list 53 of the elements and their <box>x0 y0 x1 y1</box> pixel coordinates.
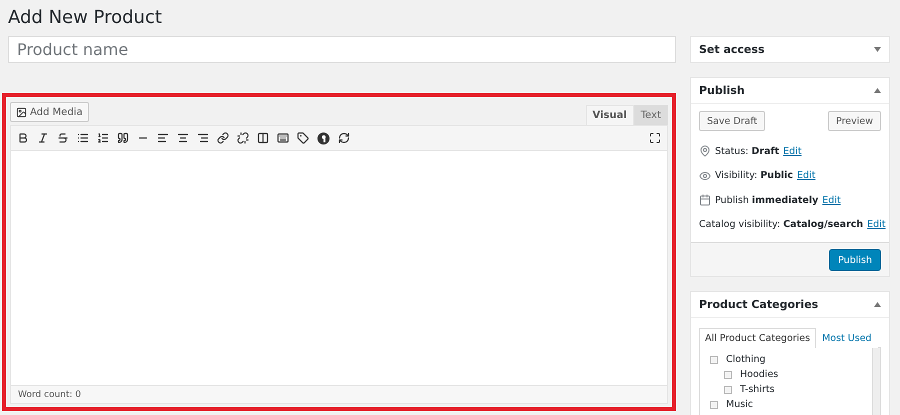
save-draft-button[interactable]: Save Draft <box>699 111 766 131</box>
product-name-field[interactable]: Product name <box>8 36 676 63</box>
collapse-arrow-icon[interactable] <box>874 302 881 307</box>
category-label: T-shirts <box>740 384 775 395</box>
tag-icon[interactable] <box>297 132 309 144</box>
unlink-icon[interactable] <box>237 132 249 144</box>
expand-arrow-icon[interactable] <box>874 47 881 52</box>
edit-link[interactable]: Edit <box>867 219 886 230</box>
image-icon <box>16 106 27 118</box>
align-center-icon[interactable] <box>177 132 189 144</box>
edit-link[interactable]: Edit <box>783 146 802 157</box>
quote-icon[interactable] <box>117 132 129 144</box>
calendar-icon <box>699 194 711 206</box>
preview-button[interactable]: Preview <box>828 111 881 131</box>
numbered-list-icon[interactable] <box>97 132 109 144</box>
align-left-icon[interactable] <box>157 132 169 144</box>
read-more-icon[interactable] <box>257 132 269 144</box>
panel-title: Publish <box>699 84 745 97</box>
add-media-button[interactable]: Add Media <box>10 102 89 122</box>
scrollbar[interactable] <box>872 348 880 415</box>
editor-tab[interactable]: Visual <box>586 105 634 125</box>
publish-info: Status: Draft <box>715 146 780 157</box>
italic-icon[interactable] <box>37 132 49 144</box>
category-label: Music <box>726 399 754 410</box>
category-checkbox[interactable] <box>710 356 718 364</box>
edit-link[interactable]: Edit <box>797 170 816 182</box>
collapse-arrow-icon[interactable] <box>874 88 881 93</box>
category-checkbox[interactable] <box>724 370 732 378</box>
category-label: Hoodies <box>740 369 778 380</box>
keyboard-icon[interactable] <box>277 132 289 144</box>
category-label: Clothing <box>726 354 766 365</box>
publish-info: Publish immediately <box>715 194 818 206</box>
category-checkbox[interactable] <box>710 400 718 408</box>
panel-title: Product Categories <box>699 298 818 311</box>
publish-button[interactable]: Publish <box>829 249 881 271</box>
category-tab[interactable]: All Product Categories <box>699 328 816 348</box>
refresh-icon[interactable] <box>338 132 350 144</box>
publish-info: Catalog visibility: Catalog/search <box>699 219 864 230</box>
category-checkbox[interactable] <box>724 386 732 394</box>
word-count: Word count: 0 <box>10 386 668 404</box>
strikethrough-icon[interactable] <box>57 132 69 144</box>
publish-info: Visibility: Public <box>715 170 794 182</box>
link-icon[interactable] <box>217 132 229 144</box>
panel-title: Set access <box>699 43 764 56</box>
bulleted-list-icon[interactable] <box>77 132 89 144</box>
pin-icon <box>699 145 711 158</box>
page-title: Add New Product <box>8 7 163 27</box>
align-right-icon[interactable] <box>197 132 209 144</box>
eye-icon <box>699 170 711 182</box>
fullscreen-icon[interactable] <box>649 132 661 144</box>
edit-link[interactable]: Edit <box>822 194 841 206</box>
editor-tab[interactable]: Text <box>634 105 668 125</box>
bold-icon[interactable] <box>17 132 29 144</box>
